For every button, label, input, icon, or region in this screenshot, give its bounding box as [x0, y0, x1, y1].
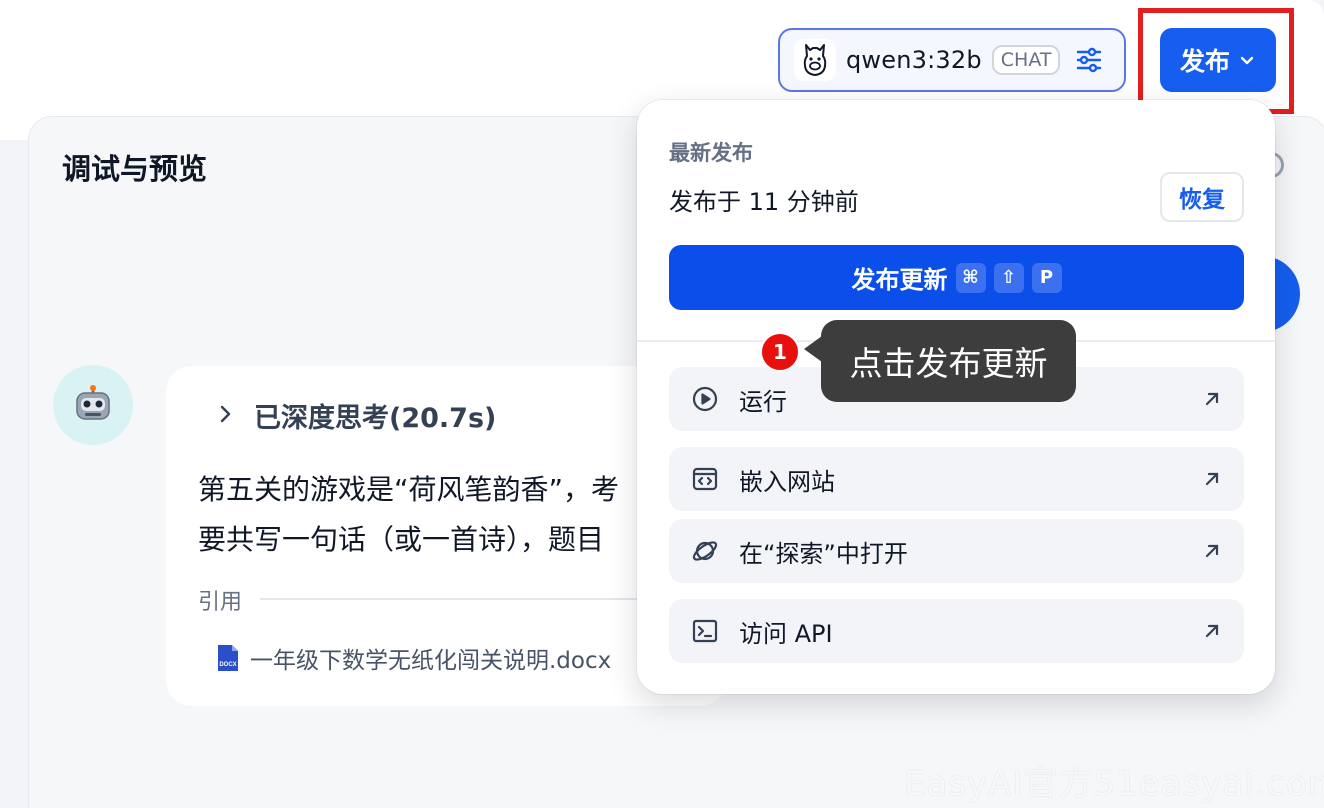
mode-badge: CHAT [991, 45, 1061, 75]
arrow-up-right-icon [1205, 392, 1219, 406]
embed-code-icon [691, 465, 719, 493]
page-title: 调试与预览 [62, 152, 208, 186]
shortcut-key: ⌘ [955, 262, 986, 293]
terminal-icon [691, 617, 719, 645]
thinking-toggle[interactable]: 已深度思考(20.7s) [254, 396, 496, 435]
llama-icon [794, 39, 836, 81]
menu-item-explore[interactable]: 在“探索”中打开 [669, 519, 1244, 583]
publish-update-button[interactable]: 发布更新 ⌘ ⇧ P [669, 245, 1244, 310]
docx-file-icon: DOCX [218, 645, 238, 671]
model-selector[interactable]: qwen3:32b CHAT [778, 28, 1126, 92]
step-badge: 1 [760, 332, 800, 372]
published-time: 发布于 11 分钟前 [669, 188, 859, 216]
svg-text:DOCX: DOCX [219, 662, 236, 668]
app-screen: qwen3:32b CHAT 发布 调试与预览 已深度思考(20.7s) 第五关… [0, 0, 1324, 808]
shortcut-key: P [1031, 262, 1062, 293]
menu-item-embed[interactable]: 嵌入网站 [669, 447, 1244, 511]
menu-item-api[interactable]: 访问 API [669, 599, 1244, 663]
menu-item-label: 嵌入网站 [739, 467, 835, 496]
reference-label: 引用 [198, 590, 243, 615]
latest-publish-label: 最新发布 [669, 141, 753, 165]
reference-file[interactable]: DOCX 一年级下数学无纸化闯关说明.docx [198, 630, 658, 686]
tooltip-arrow [804, 336, 822, 362]
chevron-down-icon [1240, 56, 1254, 65]
play-circle-icon [691, 385, 719, 413]
menu-item-label: 访问 API [739, 619, 833, 648]
watermark: EasyAI官方51easyai.com [904, 764, 1324, 804]
sliders-icon[interactable] [1074, 45, 1104, 75]
publish-button-label: 发布 [1179, 47, 1230, 76]
publish-update-label: 发布更新 [851, 266, 948, 294]
menu-item-label: 在“探索”中打开 [739, 539, 908, 568]
restore-button[interactable]: 恢复 [1160, 172, 1244, 222]
arrow-up-right-icon [1205, 624, 1219, 638]
explore-planet-icon [691, 537, 719, 565]
reference-file-name: 一年级下数学无纸化闯关说明.docx [250, 648, 612, 674]
publish-button[interactable]: 发布 [1160, 28, 1276, 92]
answer-text-line: 要共写一句话（或一首诗），题目 [198, 523, 605, 556]
shortcut-key: ⇧ [993, 262, 1024, 293]
arrow-up-right-icon [1205, 544, 1219, 558]
divider [260, 598, 660, 600]
model-name: qwen3:32b [846, 46, 982, 74]
guide-tooltip: 点击发布更新 [821, 320, 1076, 402]
chevron-right-icon[interactable] [218, 402, 232, 430]
arrow-up-right-icon [1205, 472, 1219, 486]
robot-icon [53, 365, 133, 445]
answer-text-line: 第五关的游戏是“荷风笔韵香”，考 [198, 473, 620, 506]
